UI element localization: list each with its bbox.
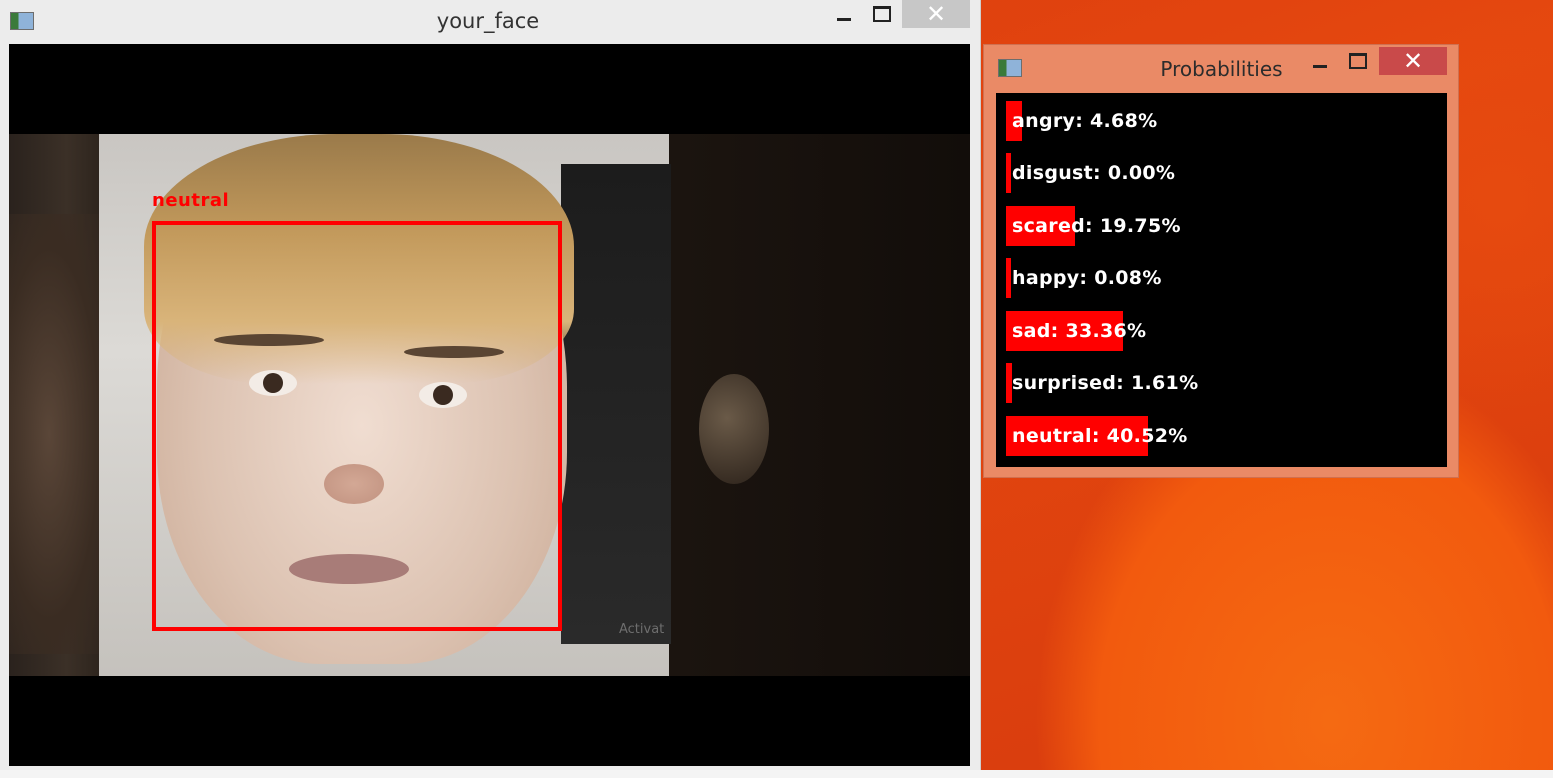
maximize-button[interactable]: [1344, 47, 1372, 75]
hand-shape: [9, 214, 109, 654]
emotion-label: surprised: 1.61%: [1012, 372, 1199, 394]
minimize-button[interactable]: [830, 0, 858, 28]
close-icon: ✕: [1402, 47, 1424, 75]
maximize-button[interactable]: [868, 0, 896, 28]
close-button[interactable]: ✕: [1379, 47, 1447, 75]
emotion-label: angry: 4.68%: [1012, 110, 1158, 132]
window-title: Probabilities: [1160, 57, 1283, 81]
background-text: Activat: [619, 622, 665, 637]
taskbar-strip: [0, 770, 1553, 778]
title-bar[interactable]: your_face ✕: [0, 0, 980, 42]
maximize-icon: [873, 6, 891, 22]
door-knob: [699, 374, 769, 484]
close-icon: ✕: [925, 0, 947, 28]
close-button[interactable]: ✕: [902, 0, 970, 28]
emotion-bar: [1006, 258, 1011, 298]
emotion-label: sad: 33.36%: [1012, 320, 1147, 342]
emotion-label: scared: 19.75%: [1012, 215, 1181, 237]
dark-panel: [561, 164, 671, 644]
your-face-window[interactable]: your_face ✕ Activat neutral: [0, 0, 981, 770]
minimize-icon: [837, 17, 851, 21]
emotion-label: disgust: 0.00%: [1012, 162, 1176, 184]
probabilities-canvas: angry: 4.68% disgust: 0.00% scared: 19.7…: [996, 93, 1447, 467]
emotion-label: neutral: 40.52%: [1012, 425, 1188, 447]
maximize-icon: [1349, 53, 1367, 69]
face-detection-box: [152, 221, 562, 631]
face-emotion-label: neutral: [152, 190, 230, 211]
app-icon: [998, 59, 1022, 77]
minimize-icon: [1313, 64, 1327, 68]
emotion-label: happy: 0.08%: [1012, 267, 1162, 289]
video-viewport: Activat neutral: [9, 44, 970, 766]
minimize-button[interactable]: [1306, 47, 1334, 75]
probabilities-window[interactable]: Probabilities ✕ angry: 4.68% disgust: 0.…: [983, 44, 1459, 478]
emotion-bar: [1006, 153, 1011, 193]
